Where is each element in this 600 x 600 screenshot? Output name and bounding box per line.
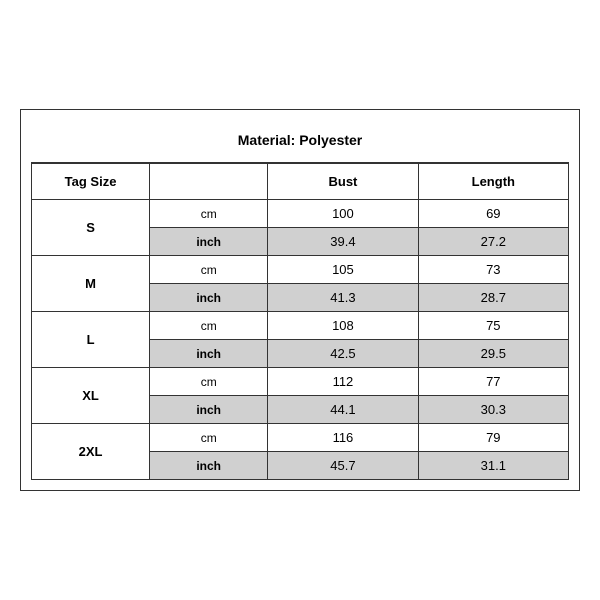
bust-inch-value: 44.1 bbox=[268, 396, 418, 424]
col-bust: Bust bbox=[268, 164, 418, 200]
bust-cm-value: 112 bbox=[268, 368, 418, 396]
length-cm-value: 73 bbox=[418, 256, 568, 284]
unit-inch-cell: inch bbox=[150, 452, 268, 480]
size-chart-container: Material: Polyester Tag Size Bust Length… bbox=[20, 109, 580, 491]
size-table: Tag Size Bust Length Scm10069inch39.427.… bbox=[31, 163, 569, 480]
length-inch-value: 30.3 bbox=[418, 396, 568, 424]
length-cm-value: 77 bbox=[418, 368, 568, 396]
length-inch-value: 28.7 bbox=[418, 284, 568, 312]
table-row: Scm10069 bbox=[32, 200, 569, 228]
table-row: 2XLcm11679 bbox=[32, 424, 569, 452]
unit-cm-cell: cm bbox=[150, 312, 268, 340]
length-inch-value: 27.2 bbox=[418, 228, 568, 256]
unit-cm-cell: cm bbox=[150, 256, 268, 284]
bust-inch-value: 41.3 bbox=[268, 284, 418, 312]
col-tag-size: Tag Size bbox=[32, 164, 150, 200]
tag-size-cell: 2XL bbox=[32, 424, 150, 480]
unit-cm-cell: cm bbox=[150, 424, 268, 452]
bust-cm-value: 100 bbox=[268, 200, 418, 228]
col-length: Length bbox=[418, 164, 568, 200]
unit-inch-cell: inch bbox=[150, 228, 268, 256]
unit-cm-cell: cm bbox=[150, 368, 268, 396]
unit-inch-cell: inch bbox=[150, 340, 268, 368]
tag-size-cell: S bbox=[32, 200, 150, 256]
table-row: Mcm10573 bbox=[32, 256, 569, 284]
unit-inch-cell: inch bbox=[150, 396, 268, 424]
length-cm-value: 69 bbox=[418, 200, 568, 228]
col-unit-header bbox=[150, 164, 268, 200]
bust-inch-value: 42.5 bbox=[268, 340, 418, 368]
tag-size-cell: L bbox=[32, 312, 150, 368]
header-row: Tag Size Bust Length bbox=[32, 164, 569, 200]
unit-cm-cell: cm bbox=[150, 200, 268, 228]
bust-cm-value: 116 bbox=[268, 424, 418, 452]
unit-inch-cell: inch bbox=[150, 284, 268, 312]
bust-cm-value: 105 bbox=[268, 256, 418, 284]
length-inch-value: 31.1 bbox=[418, 452, 568, 480]
length-cm-value: 79 bbox=[418, 424, 568, 452]
table-row: XLcm11277 bbox=[32, 368, 569, 396]
table-row: Lcm10875 bbox=[32, 312, 569, 340]
tag-size-cell: M bbox=[32, 256, 150, 312]
bust-inch-value: 39.4 bbox=[268, 228, 418, 256]
length-inch-value: 29.5 bbox=[418, 340, 568, 368]
tag-size-cell: XL bbox=[32, 368, 150, 424]
bust-cm-value: 108 bbox=[268, 312, 418, 340]
bust-inch-value: 45.7 bbox=[268, 452, 418, 480]
chart-title: Material: Polyester bbox=[31, 120, 569, 163]
length-cm-value: 75 bbox=[418, 312, 568, 340]
